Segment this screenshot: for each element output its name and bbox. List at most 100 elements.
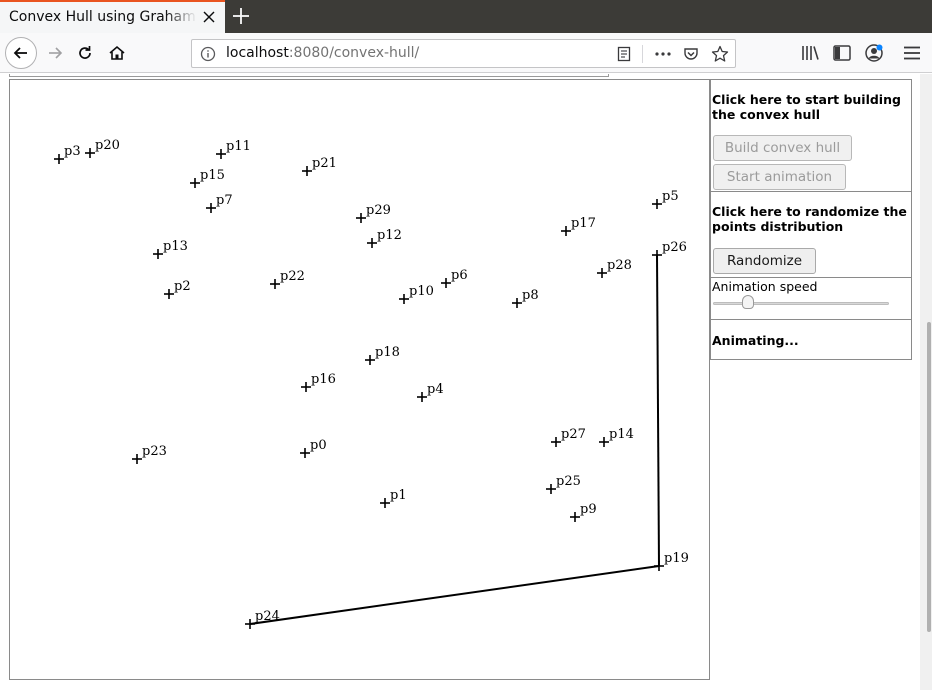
tab-title-fade xyxy=(165,2,197,33)
site-info-icon[interactable] xyxy=(200,46,216,62)
library-icon[interactable] xyxy=(800,44,820,62)
forward-button[interactable] xyxy=(40,38,70,68)
point-p1: p1 xyxy=(380,488,407,508)
reload-button[interactable] xyxy=(70,38,100,68)
point-label: p2 xyxy=(174,279,191,294)
reader-view-icon[interactable] xyxy=(616,46,632,62)
point-p8: p8 xyxy=(512,288,539,308)
page-actions-more-icon[interactable] xyxy=(654,46,672,62)
sidebar-toggle-icon[interactable] xyxy=(832,44,852,62)
hamburger-menu-icon[interactable] xyxy=(902,44,922,62)
new-tab-icon[interactable] xyxy=(229,4,253,28)
status-section: Animating... xyxy=(710,320,912,360)
point-p27: p27 xyxy=(551,427,586,447)
page-content: p0 p1 p2 p3 p4 p5 p6 p7 p8 p9 p10 p11 p12 p13 p14 p15 p1… xyxy=(0,74,932,690)
url-text[interactable]: localhost:8080/convex-hull/ xyxy=(226,45,419,61)
url-separator xyxy=(642,45,643,63)
point-p23: p23 xyxy=(132,444,167,464)
status-text: Animating... xyxy=(712,333,799,348)
back-button[interactable] xyxy=(5,37,37,69)
url-host: localhost xyxy=(226,45,289,61)
bookmark-star-icon[interactable] xyxy=(711,45,729,63)
point-label: p9 xyxy=(580,502,597,517)
vertical-scrollbar[interactable] xyxy=(920,74,932,690)
back-arrow-icon xyxy=(13,47,27,59)
point-label: p28 xyxy=(607,258,632,273)
point-p10: p10 xyxy=(399,284,434,304)
point-set: p0 p1 p2 p3 p4 p5 p6 p7 p8 p9 p10 p11 p12 p13 p14 p15 p1… xyxy=(54,138,689,629)
point-label: p25 xyxy=(556,474,581,489)
point-p6: p6 xyxy=(441,268,468,288)
home-button[interactable] xyxy=(102,38,132,68)
point-label: p22 xyxy=(280,269,305,284)
point-label: p1 xyxy=(390,488,407,503)
reload-icon xyxy=(79,46,91,59)
point-p5: p5 xyxy=(652,189,679,209)
url-path: :8080/convex-hull/ xyxy=(288,45,420,61)
point-p22: p22 xyxy=(270,269,305,289)
pocket-icon[interactable] xyxy=(683,46,699,62)
point-label: p18 xyxy=(375,345,400,360)
build-section: Click here to start building the convex … xyxy=(710,79,912,192)
point-p13: p13 xyxy=(153,239,188,259)
points-plot: p0 p1 p2 p3 p4 p5 p6 p7 p8 p9 p10 p11 p12 p13 p14 p15 p1… xyxy=(54,138,689,629)
point-label: p4 xyxy=(427,382,444,397)
animation-speed-slider-thumb[interactable] xyxy=(742,295,755,309)
url-bar[interactable]: localhost:8080/convex-hull/ xyxy=(191,39,736,68)
point-label: p17 xyxy=(571,216,596,231)
point-p29: p29 xyxy=(356,203,391,223)
point-p3: p3 xyxy=(54,144,81,164)
tab-strip: Convex Hull using Graham scan xyxy=(0,0,932,33)
navigation-toolbar: localhost:8080/convex-hull/ xyxy=(0,33,932,73)
animation-speed-slider[interactable] xyxy=(713,302,889,305)
point-label: p27 xyxy=(561,427,586,442)
point-label: p3 xyxy=(64,144,81,159)
point-p24: p24 xyxy=(245,609,280,629)
forward-arrow-icon xyxy=(49,47,63,59)
point-label: p5 xyxy=(662,189,679,204)
randomize-section: Click here to randomize the points distr… xyxy=(710,192,912,278)
point-label: p10 xyxy=(409,284,434,299)
point-p11: p11 xyxy=(216,139,251,159)
point-p25: p25 xyxy=(546,474,581,494)
point-p14: p14 xyxy=(599,427,634,447)
close-tab-icon[interactable] xyxy=(199,7,219,27)
point-p0: p0 xyxy=(300,438,327,458)
point-label: p24 xyxy=(255,609,280,624)
start-animation-button[interactable]: Start animation xyxy=(713,164,846,190)
point-p4: p4 xyxy=(417,382,444,402)
point-label: p7 xyxy=(216,193,233,208)
randomize-button[interactable]: Randomize xyxy=(713,248,816,274)
point-label: p6 xyxy=(451,268,468,283)
point-label: p21 xyxy=(312,156,337,171)
randomize-heading: Click here to randomize the points distr… xyxy=(712,204,907,234)
scrollbar-thumb[interactable] xyxy=(927,322,931,632)
hull-canvas[interactable]: p0 p1 p2 p3 p4 p5 p6 p7 p8 p9 p10 p11 p12 p13 p14 p15 p1… xyxy=(9,79,710,680)
point-p7: p7 xyxy=(206,193,233,213)
point-label: p0 xyxy=(310,438,327,453)
speed-section: Animation speed xyxy=(710,277,912,320)
point-label: p20 xyxy=(95,138,120,153)
point-label: p11 xyxy=(226,139,251,154)
point-label: p16 xyxy=(311,372,336,387)
point-p17: p17 xyxy=(561,216,596,236)
point-label: p19 xyxy=(664,551,689,566)
animation-speed-label: Animation speed xyxy=(712,279,818,294)
point-label: p13 xyxy=(163,239,188,254)
point-label: p14 xyxy=(609,427,634,442)
hull-edge xyxy=(656,254,660,567)
point-p26: p26 xyxy=(652,240,687,260)
point-label: p23 xyxy=(142,444,167,459)
point-p28: p28 xyxy=(597,258,632,278)
point-label: p12 xyxy=(377,228,402,243)
point-p9: p9 xyxy=(570,502,597,522)
point-label: p29 xyxy=(366,203,391,218)
point-label: p15 xyxy=(200,168,225,183)
point-p16: p16 xyxy=(301,372,336,392)
point-p2: p2 xyxy=(164,279,191,299)
build-convex-hull-button[interactable]: Build convex hull xyxy=(713,135,852,161)
point-p12: p12 xyxy=(367,228,402,248)
point-label: p8 xyxy=(522,288,539,303)
firefox-account-icon[interactable] xyxy=(864,43,884,63)
browser-tab[interactable]: Convex Hull using Graham scan xyxy=(0,0,225,33)
